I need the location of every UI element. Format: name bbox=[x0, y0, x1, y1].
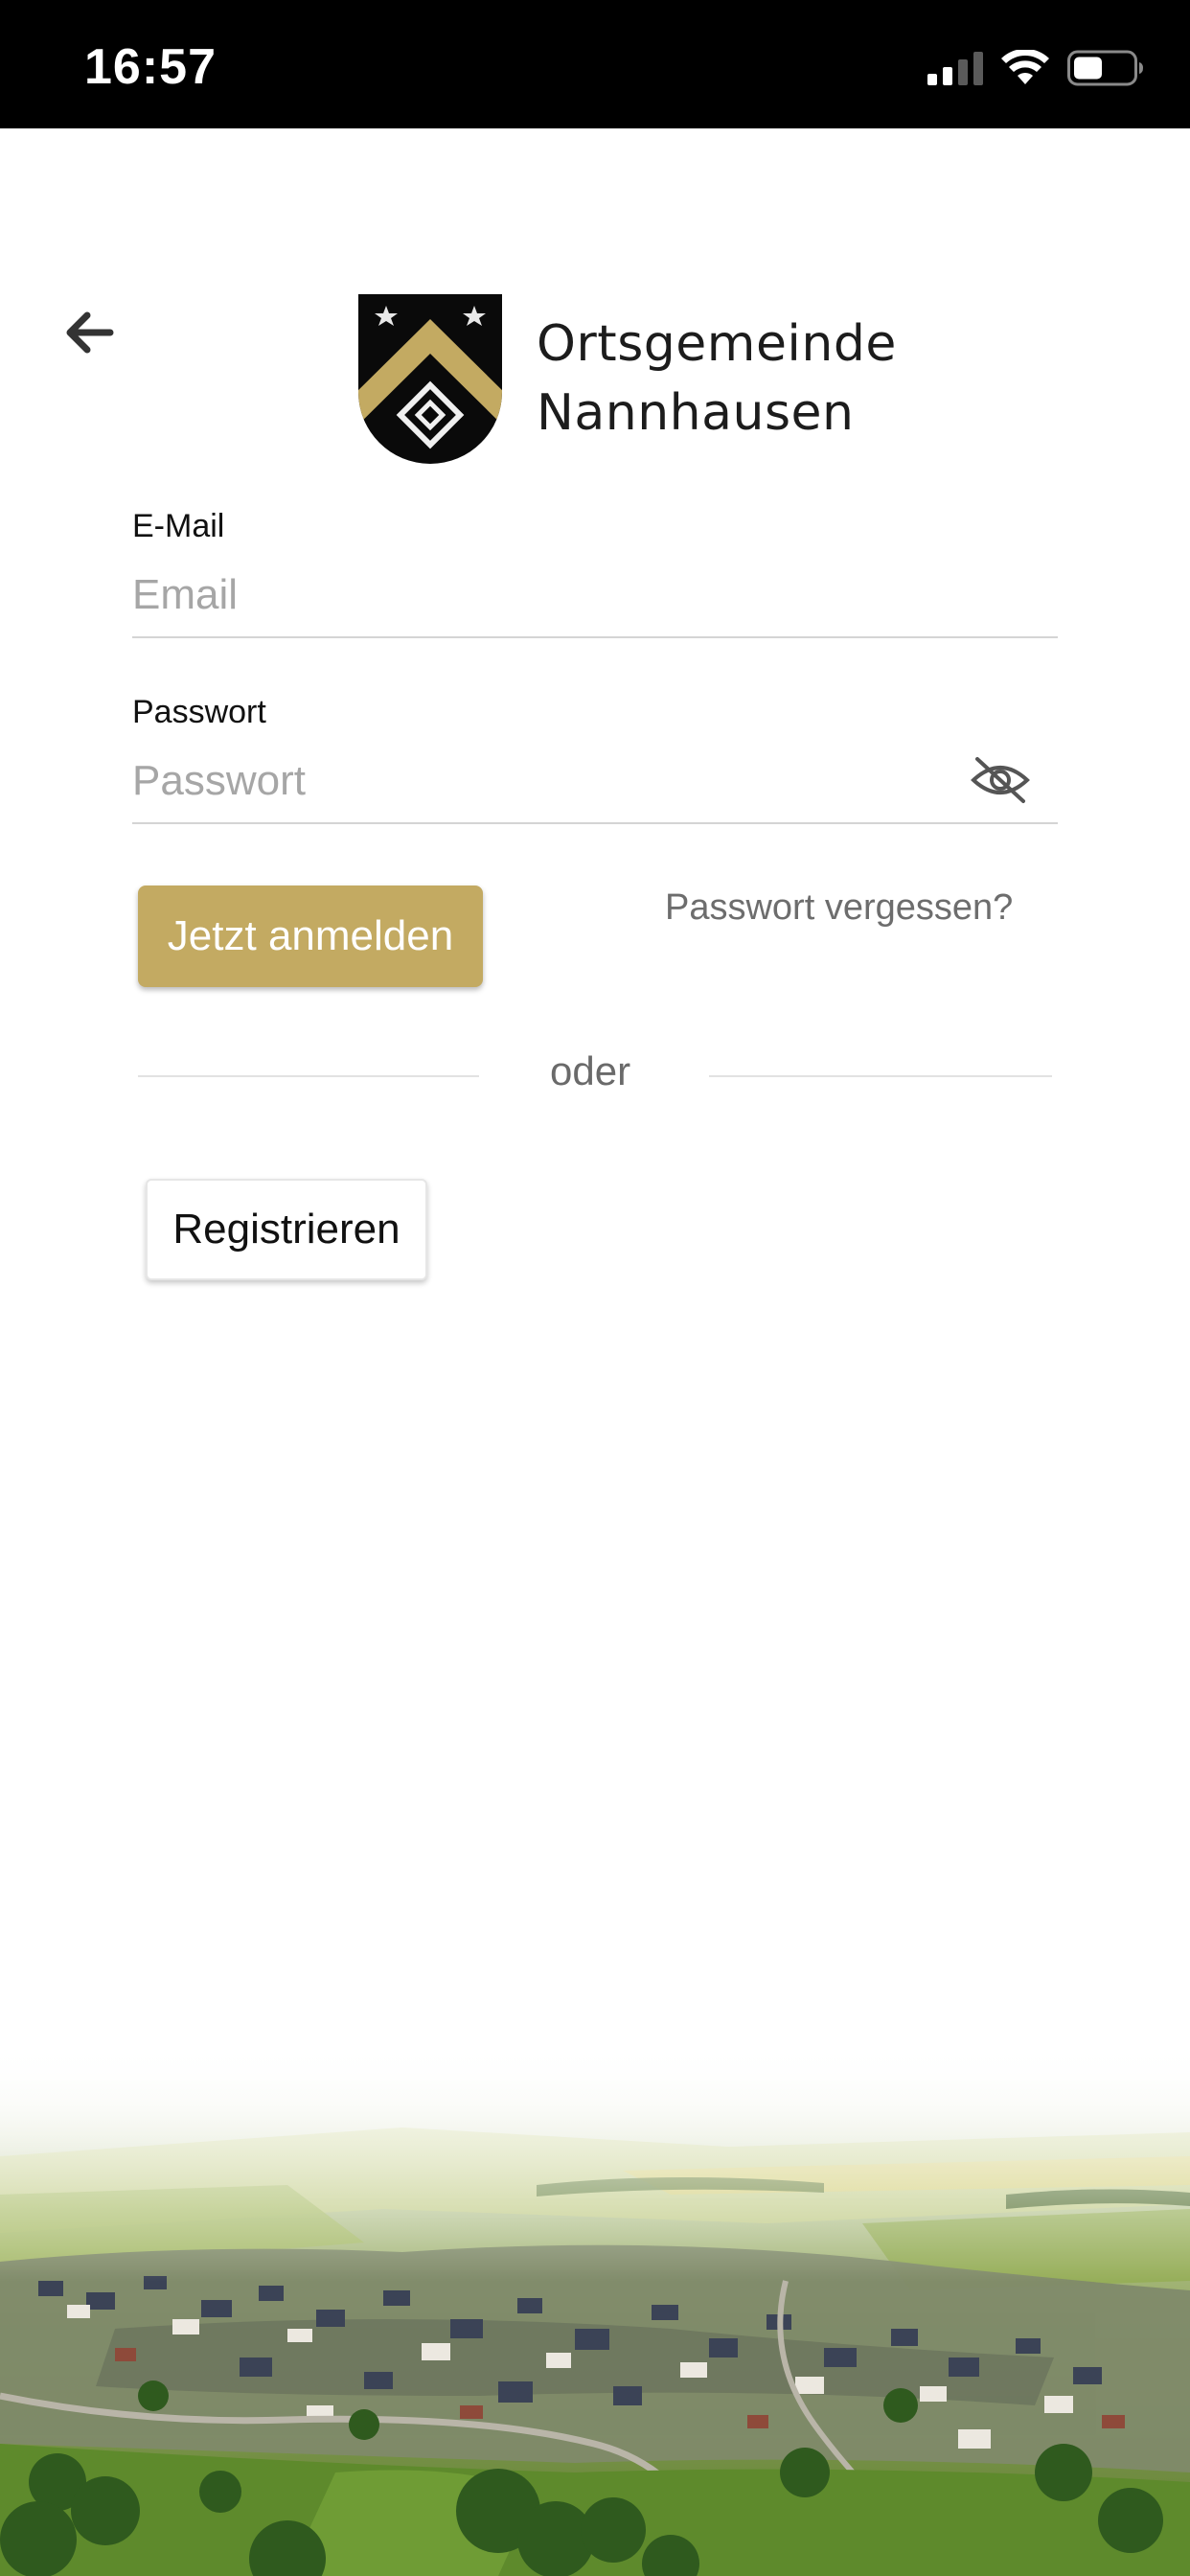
forgot-password-link[interactable]: Passwort vergessen? bbox=[665, 887, 1013, 929]
logo-title-line1: Ortsgemeinde bbox=[537, 315, 897, 373]
email-input[interactable] bbox=[132, 571, 1058, 638]
logo-text: Ortsgemeinde Nannhausen bbox=[537, 310, 897, 448]
arrow-left-icon bbox=[66, 311, 114, 354]
eye-slash-icon bbox=[971, 757, 1030, 803]
login-button[interactable]: Jetzt anmelden bbox=[138, 886, 483, 987]
coat-of-arms-icon bbox=[358, 294, 502, 464]
back-button[interactable] bbox=[56, 299, 123, 366]
password-visibility-toggle[interactable] bbox=[968, 753, 1033, 807]
password-label: Passwort bbox=[132, 694, 266, 730]
logo-title-line2: Nannhausen bbox=[537, 384, 855, 442]
divider-text: oder bbox=[550, 1048, 631, 1093]
wifi-icon bbox=[1001, 50, 1049, 84]
status-bar: 16:57 bbox=[0, 0, 1190, 128]
battery-icon bbox=[1067, 50, 1143, 86]
email-label: E-Mail bbox=[132, 508, 225, 544]
divider-line-left bbox=[138, 1075, 479, 1077]
register-button[interactable]: Registrieren bbox=[146, 1179, 427, 1280]
password-input[interactable] bbox=[132, 757, 1058, 824]
village-landscape-image bbox=[0, 2041, 1190, 2576]
cellular-signal-icon bbox=[927, 52, 983, 85]
app-logo: Ortsgemeinde Nannhausen bbox=[356, 292, 897, 465]
status-time: 16:57 bbox=[84, 39, 217, 95]
status-icons bbox=[927, 50, 1144, 86]
divider-line-right bbox=[709, 1075, 1052, 1077]
